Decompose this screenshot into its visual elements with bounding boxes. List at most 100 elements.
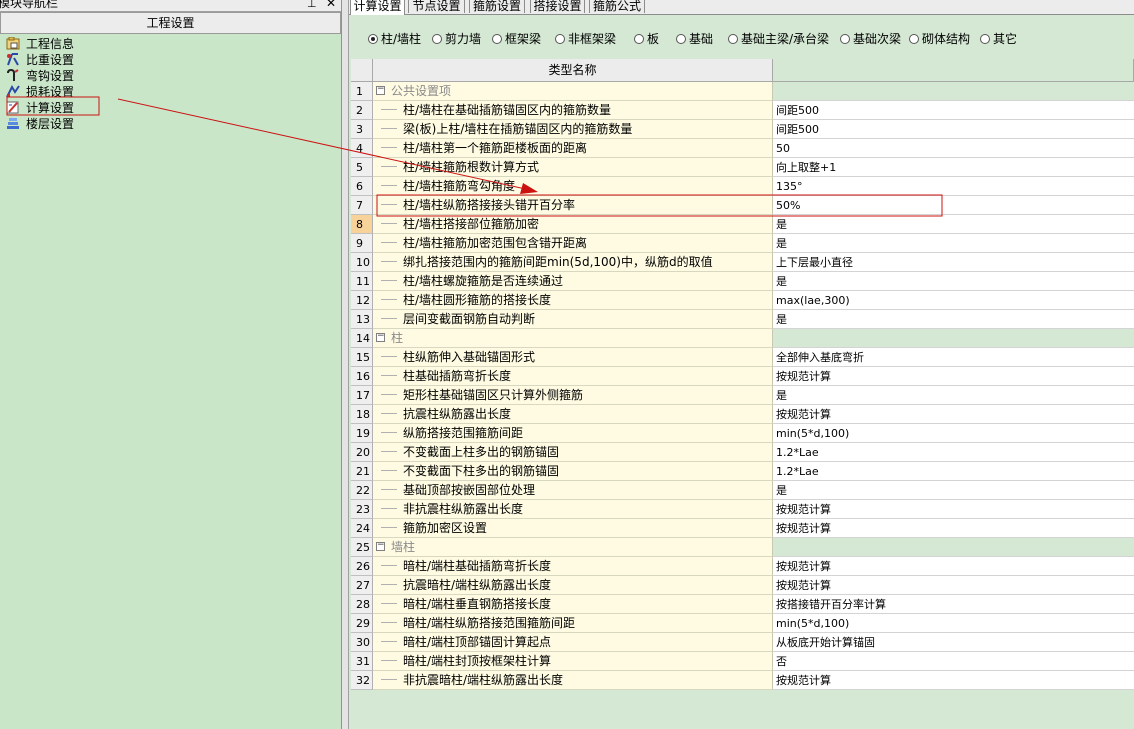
row-number[interactable]: 14	[351, 329, 373, 348]
nav-item-loss-settings[interactable]: 损耗设置	[6, 84, 74, 100]
setting-value-cell[interactable]: 上下层最小直径	[773, 253, 1134, 272]
row-number[interactable]: 9	[351, 234, 373, 253]
setting-value-cell[interactable]: 按规范计算	[773, 367, 1134, 386]
radio-frame-beam[interactable]: 框架梁	[492, 31, 541, 47]
table-row[interactable]: 16 柱基础插筋弯折长度 按规范计算	[351, 367, 1134, 386]
setting-value-cell[interactable]: 按规范计算	[773, 576, 1134, 595]
setting-value-cell[interactable]: min(5*d,100)	[773, 614, 1134, 633]
row-number[interactable]: 7	[351, 196, 373, 215]
radio-foundation-secondary-beam[interactable]: 基础次梁	[840, 31, 901, 47]
tab-calc-settings[interactable]: 计算设置	[350, 0, 405, 15]
tab-lap-settings[interactable]: 搭接设置	[530, 0, 585, 13]
row-number[interactable]: 28	[351, 595, 373, 614]
setting-value-cell[interactable]: min(5*d,100)	[773, 424, 1134, 443]
row-number[interactable]: 12	[351, 291, 373, 310]
row-number[interactable]: 6	[351, 177, 373, 196]
setting-value-cell[interactable]: 135°	[773, 177, 1134, 196]
row-number[interactable]: 22	[351, 481, 373, 500]
row-number[interactable]: 29	[351, 614, 373, 633]
setting-value-cell[interactable]: 间距500	[773, 120, 1134, 139]
table-row[interactable]: 13 层间变截面钢筋自动判断 是	[351, 310, 1134, 329]
table-row[interactable]: 7 柱/墙柱纵筋搭接接头错开百分率 50%	[351, 196, 1134, 215]
setting-value-cell[interactable]: 1.2*Lae	[773, 443, 1134, 462]
table-row[interactable]: 27 抗震暗柱/端柱纵筋露出长度 按规范计算	[351, 576, 1134, 595]
row-number[interactable]: 27	[351, 576, 373, 595]
radio-foundation[interactable]: 基础	[676, 31, 713, 47]
row-number[interactable]: 13	[351, 310, 373, 329]
row-number[interactable]: 20	[351, 443, 373, 462]
row-number[interactable]: 11	[351, 272, 373, 291]
table-row[interactable]: 19 纵筋搭接范围箍筋间距 min(5*d,100)	[351, 424, 1134, 443]
row-number[interactable]: 1	[351, 82, 373, 101]
radio-masonry[interactable]: 砌体结构	[909, 31, 970, 47]
row-number[interactable]: 8	[351, 215, 373, 234]
tab-stirrup-formula[interactable]: 箍筋公式	[589, 0, 645, 13]
setting-value-cell[interactable]: 从板底开始计算锚固	[773, 633, 1134, 652]
setting-value-cell[interactable]: 按搭接错开百分率计算	[773, 595, 1134, 614]
table-row[interactable]: 31 暗柱/端柱封顶按框架柱计算 否	[351, 652, 1134, 671]
row-number[interactable]: 23	[351, 500, 373, 519]
panel-splitter[interactable]	[342, 0, 349, 729]
nav-item-weight-settings[interactable]: 比重设置	[6, 52, 74, 68]
pin-icon[interactable]: ⊥	[307, 0, 317, 10]
setting-value-cell[interactable]: 向上取整+1	[773, 158, 1134, 177]
nav-item-hook-settings[interactable]: 弯钩设置	[6, 68, 74, 84]
radio-foundation-main-beam[interactable]: 基础主梁/承台梁	[728, 31, 829, 47]
nav-item-calc-settings[interactable]: 计算设置	[6, 100, 74, 116]
nav-item-floor-settings[interactable]: 楼层设置	[6, 116, 74, 132]
table-row[interactable]: 4 柱/墙柱第一个箍筋距楼板面的距离 50	[351, 139, 1134, 158]
table-row[interactable]: 28 暗柱/端柱垂直钢筋搭接长度 按搭接错开百分率计算	[351, 595, 1134, 614]
table-row[interactable]: 15 柱纵筋伸入基础锚固形式 全部伸入基底弯折	[351, 348, 1134, 367]
table-row[interactable]: 29 暗柱/端柱纵筋搭接范围箍筋间距 min(5*d,100)	[351, 614, 1134, 633]
setting-value-cell[interactable]: 是	[773, 481, 1134, 500]
table-row[interactable]: 23 非抗震柱纵筋露出长度 按规范计算	[351, 500, 1134, 519]
setting-value-cell[interactable]: 按规范计算	[773, 500, 1134, 519]
table-row[interactable]: 10 绑扎搭接范围内的箍筋间距min(5d,100)中，纵筋d的取值 上下层最小直径	[351, 253, 1134, 272]
row-number[interactable]: 16	[351, 367, 373, 386]
table-row[interactable]: 8 柱/墙柱搭接部位箍筋加密 是	[351, 215, 1134, 234]
table-row[interactable]: 17 矩形柱基础锚固区只计算外侧箍筋 是	[351, 386, 1134, 405]
group-row[interactable]: 1− 公共设置项	[351, 82, 1134, 101]
table-row[interactable]: 11 柱/墙柱螺旋箍筋是否连续通过 是	[351, 272, 1134, 291]
setting-value-cell[interactable]: max(lae,300)	[773, 291, 1134, 310]
collapse-icon[interactable]: −	[376, 332, 385, 342]
collapse-icon[interactable]: −	[376, 85, 385, 95]
row-number[interactable]: 4	[351, 139, 373, 158]
table-row[interactable]: 21 不变截面下柱多出的钢筋锚固 1.2*Lae	[351, 462, 1134, 481]
setting-value-cell[interactable]: 全部伸入基底弯折	[773, 348, 1134, 367]
setting-value-cell[interactable]: 是	[773, 234, 1134, 253]
table-row[interactable]: 12 柱/墙柱圆形箍筋的搭接长度 max(lae,300)	[351, 291, 1134, 310]
setting-value-cell[interactable]: 按规范计算	[773, 557, 1134, 576]
setting-value-cell[interactable]: 按规范计算	[773, 671, 1134, 690]
setting-value-cell[interactable]: 是	[773, 215, 1134, 234]
setting-value-cell[interactable]: 否	[773, 652, 1134, 671]
radio-column[interactable]: 柱/墙柱	[368, 31, 421, 47]
project-settings-button[interactable]: 工程设置	[0, 12, 341, 34]
collapse-icon[interactable]: −	[376, 541, 385, 551]
table-row[interactable]: 20 不变截面上柱多出的钢筋锚固 1.2*Lae	[351, 443, 1134, 462]
row-number[interactable]: 15	[351, 348, 373, 367]
group-row[interactable]: 25− 墙柱	[351, 538, 1134, 557]
setting-value-cell[interactable]: 间距500	[773, 101, 1134, 120]
radio-slab[interactable]: 板	[634, 31, 659, 47]
radio-other[interactable]: 其它	[980, 31, 1017, 47]
table-row[interactable]: 18 抗震柱纵筋露出长度 按规范计算	[351, 405, 1134, 424]
setting-value-cell[interactable]: 50%	[773, 196, 1134, 215]
row-number[interactable]: 26	[351, 557, 373, 576]
table-row[interactable]: 32 非抗震暗柱/端柱纵筋露出长度 按规范计算	[351, 671, 1134, 690]
radio-shear-wall[interactable]: 剪力墙	[432, 31, 481, 47]
row-number[interactable]: 19	[351, 424, 373, 443]
setting-value-cell[interactable]: 50	[773, 139, 1134, 158]
row-number[interactable]: 24	[351, 519, 373, 538]
group-row[interactable]: 14− 柱	[351, 329, 1134, 348]
setting-value-cell[interactable]: 1.2*Lae	[773, 462, 1134, 481]
table-row[interactable]: 26 暗柱/端柱基础插筋弯折长度 按规范计算	[351, 557, 1134, 576]
setting-value-cell[interactable]: 是	[773, 310, 1134, 329]
setting-value-cell[interactable]: 是	[773, 272, 1134, 291]
setting-value-cell[interactable]: 按规范计算	[773, 519, 1134, 538]
tab-stirrup-settings[interactable]: 箍筋设置	[469, 0, 525, 13]
row-number[interactable]: 10	[351, 253, 373, 272]
table-row[interactable]: 9 柱/墙柱箍筋加密范围包含错开距离 是	[351, 234, 1134, 253]
row-number[interactable]: 18	[351, 405, 373, 424]
table-row[interactable]: 2 柱/墙柱在基础插筋锚固区内的箍筋数量 间距500	[351, 101, 1134, 120]
